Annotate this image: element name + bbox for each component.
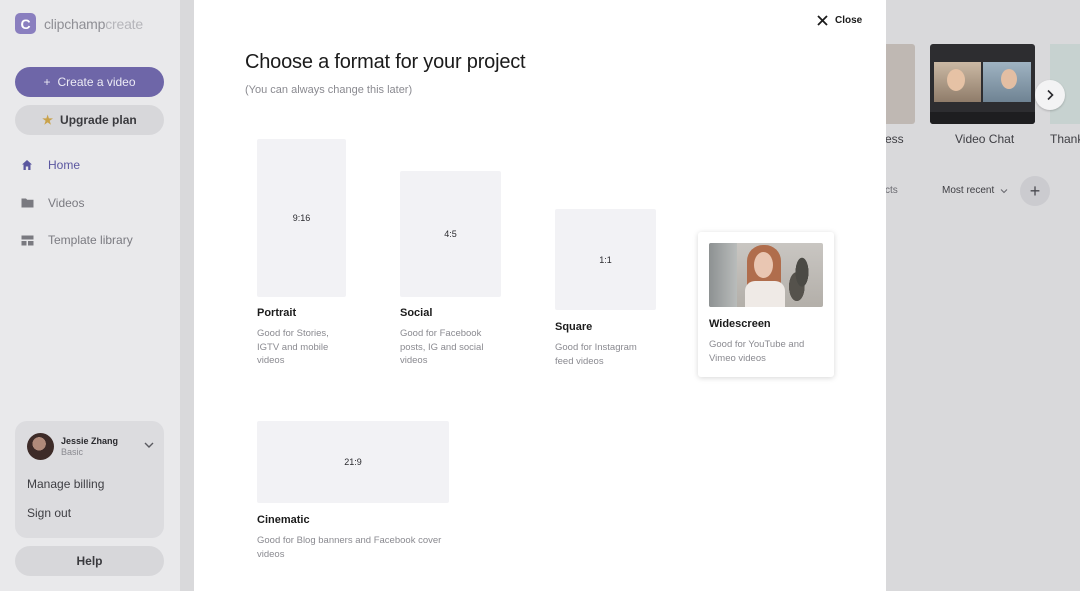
format-description: Good for YouTube and Vimeo videos (709, 339, 805, 364)
format-option-social[interactable]: 4:5 (400, 171, 501, 297)
account-plan: Basic (61, 447, 84, 457)
close-label: Close (835, 15, 863, 26)
format-description: Good for Stories, IGTV and mobile videos (257, 328, 329, 366)
format-option-cinematic[interactable]: 21:9 (257, 421, 449, 503)
template-label: Video Chat (955, 132, 1015, 146)
template-thumbnail-video-chat[interactable] (930, 44, 1035, 124)
format-description: Good for Blog banners and Facebook cover… (257, 535, 442, 560)
chevron-right-icon (1047, 89, 1054, 101)
add-project-button[interactable]: + (1020, 176, 1050, 206)
format-name: Square (555, 321, 593, 333)
create-video-button[interactable]: + Create a video (15, 67, 164, 97)
chevron-down-icon (1000, 188, 1008, 193)
template-thumbnail[interactable] (885, 44, 915, 124)
template-icon (20, 233, 34, 247)
participant-face (1001, 69, 1017, 89)
aspect-ratio-label: 9:16 (292, 213, 311, 223)
logo-mark: C (15, 13, 36, 34)
format-name: Social (400, 307, 433, 319)
help-button[interactable]: Help (15, 546, 164, 576)
plus-icon: + (43, 75, 51, 89)
participant-face (947, 69, 965, 91)
modal-title: Choose a format for your project (245, 51, 526, 73)
sort-dropdown-value: Most recent (942, 185, 995, 196)
avatar (27, 433, 54, 460)
aspect-ratio-label: 4:5 (444, 229, 457, 239)
sort-dropdown[interactable]: Most recent (942, 185, 1008, 196)
format-description: Good for Instagram feed videos (555, 342, 637, 367)
upgrade-plan-label: Upgrade plan (60, 113, 137, 127)
preview-person-face (754, 252, 773, 278)
manage-billing-link[interactable]: Manage billing (27, 477, 104, 491)
format-option-square[interactable]: 1:1 (555, 209, 656, 310)
template-label: Thank (1050, 132, 1080, 146)
chevron-down-icon[interactable] (144, 440, 154, 450)
sidebar-item-template-library[interactable]: Template library (20, 231, 133, 249)
aspect-ratio-label: 21:9 (344, 457, 362, 467)
widescreen-preview-image (709, 243, 823, 307)
format-option-portrait[interactable]: 9:16 (257, 139, 346, 297)
folder-icon (20, 196, 34, 210)
star-icon: ★ (42, 113, 54, 127)
format-name: Cinematic (257, 514, 310, 526)
format-name: Widescreen (709, 318, 771, 330)
aspect-ratio-label: 1:1 (599, 254, 612, 265)
close-button[interactable]: Close (817, 15, 862, 26)
sidebar-item-label: Template library (48, 233, 133, 247)
create-video-label: Create a video (57, 75, 136, 89)
template-label: ess (885, 132, 904, 146)
home-icon (20, 158, 34, 172)
video-chat-toolbar (930, 112, 1035, 124)
sidebar-item-label: Videos (48, 195, 85, 210)
sidebar-nav: Home Videos Template library (20, 156, 133, 269)
preview-plant (789, 253, 815, 301)
upgrade-plan-button[interactable]: ★ Upgrade plan (15, 105, 164, 135)
format-name: Portrait (257, 307, 297, 319)
modal-subtitle: (You can always change this later) (245, 84, 413, 96)
sidebar: C clipchampcreate + Create a video ★ Upg… (0, 0, 180, 591)
sign-out-link[interactable]: Sign out (27, 506, 71, 520)
sidebar-item-label: Home (48, 158, 81, 172)
format-description: Good for Facebook posts, IG and social v… (400, 328, 484, 366)
sidebar-item-videos[interactable]: Videos (20, 194, 133, 212)
sidebar-item-home[interactable]: Home (20, 156, 133, 174)
format-option-widescreen[interactable]: Widescreen Good for YouTube and Vimeo vi… (698, 232, 834, 377)
preview-window (709, 243, 737, 307)
close-icon (817, 15, 828, 26)
projects-heading: cts (885, 185, 898, 196)
preview-person-body (745, 281, 785, 307)
carousel-next-button[interactable] (1035, 80, 1065, 110)
account-panel: Jessie Zhang Basic Manage billing Sign o… (15, 421, 164, 538)
app-logo[interactable]: C clipchampcreate (15, 13, 143, 34)
logo-wordmark: clipchampcreate (44, 15, 143, 32)
account-name: Jessie Zhang (61, 436, 119, 446)
plus-icon: + (1029, 180, 1041, 201)
